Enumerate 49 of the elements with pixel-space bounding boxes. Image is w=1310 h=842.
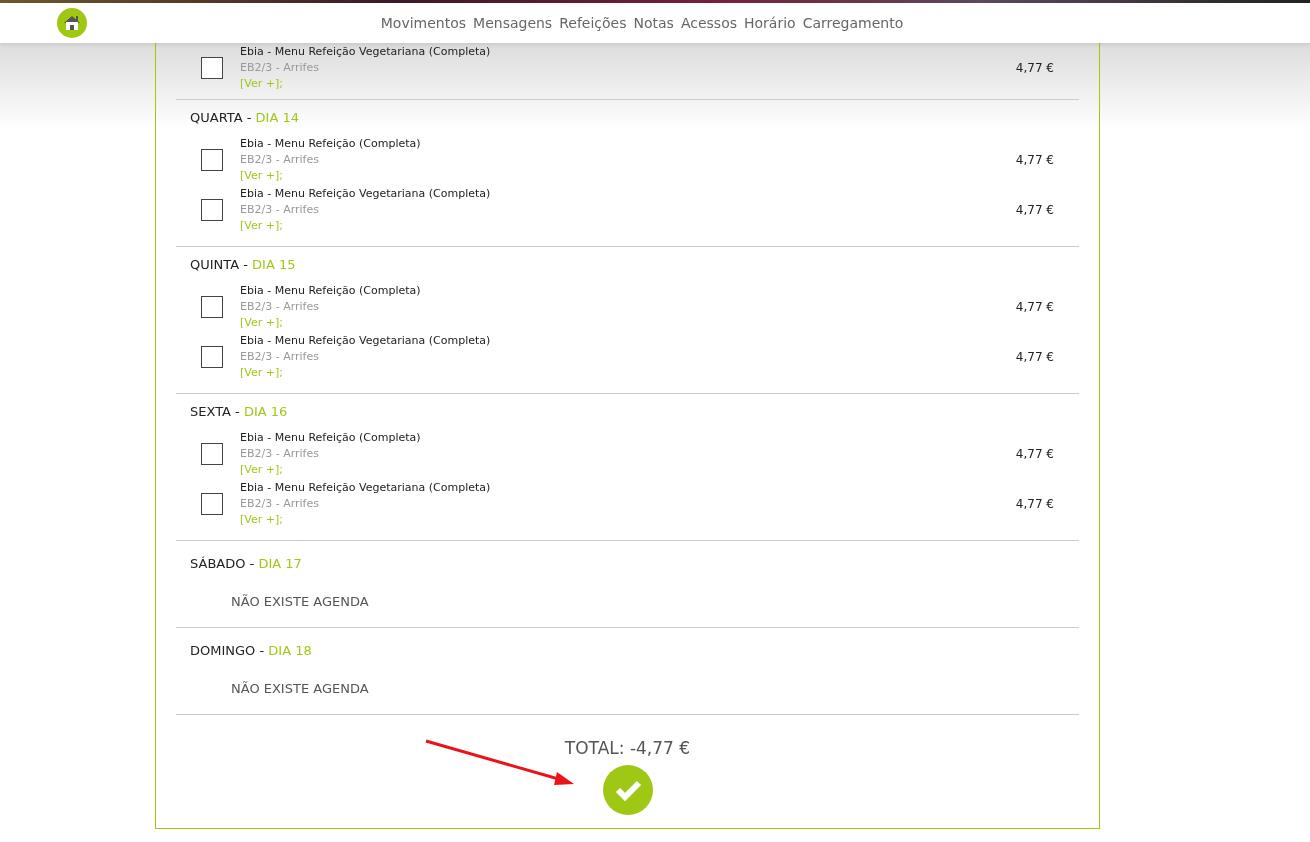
checkbox[interactable] bbox=[201, 443, 223, 465]
meal-title: Ebia - Menu Refeição Vegetariana (Completa) bbox=[240, 334, 491, 347]
day-label: DIA 14 bbox=[255, 110, 299, 125]
weekday-label: QUINTA - bbox=[190, 257, 248, 272]
weekday-label: QUARTA - bbox=[190, 110, 252, 125]
checkbox[interactable] bbox=[201, 57, 223, 79]
checkbox[interactable] bbox=[201, 149, 223, 171]
nav-link[interactable]: Movimentos bbox=[380, 15, 467, 31]
meal-location: EB2/3 - Arrifes bbox=[240, 300, 319, 313]
meal-price: 4,77 € bbox=[1015, 203, 1054, 217]
weekday-label: DOMINGO - bbox=[190, 643, 265, 658]
weekday-label: SÁBADO - bbox=[190, 556, 255, 571]
day-label: DIA 15 bbox=[252, 257, 296, 272]
day-label: DIA 18 bbox=[268, 643, 312, 658]
meal-price: 4,77 € bbox=[1015, 153, 1054, 167]
day-label: DIA 17 bbox=[258, 556, 302, 571]
meal-price: 4,77 € bbox=[1015, 447, 1054, 461]
meal-location: EB2/3 - Arrifes bbox=[240, 447, 319, 460]
no-schedule-text: NÃO EXISTE AGENDA bbox=[231, 594, 369, 609]
meal-price: 4,77 € bbox=[1015, 350, 1054, 364]
nav-link[interactable]: Acessos bbox=[680, 15, 737, 31]
meal-title: Ebia - Menu Refeição Vegetariana (Completa) bbox=[240, 187, 491, 200]
checkbox[interactable] bbox=[201, 296, 223, 318]
total-amount: TOTAL: -4,77 € bbox=[564, 737, 691, 760]
nav-link[interactable]: Horário bbox=[744, 15, 796, 31]
meal-price: 4,77 € bbox=[1015, 300, 1054, 314]
meal-price: 4,77 € bbox=[1015, 61, 1054, 75]
meal-location: EB2/3 - Arrifes bbox=[240, 153, 319, 166]
nav-link[interactable]: Notas bbox=[633, 15, 674, 31]
nav-link[interactable]: Refeições bbox=[559, 15, 627, 31]
meal-title: Ebia - Menu Refeição Vegetariana (Completa) bbox=[240, 481, 491, 494]
meal-location: EB2/3 - Arrifes bbox=[240, 350, 319, 363]
meal-title: Ebia - Menu Refeição Vegetariana (Completa) bbox=[240, 45, 491, 58]
weekday-label: SEXTA - bbox=[190, 404, 240, 419]
checkbox[interactable] bbox=[201, 493, 223, 515]
meal-title: Ebia - Menu Refeição (Completa) bbox=[240, 431, 421, 444]
home-icon[interactable] bbox=[57, 8, 87, 38]
meal-title: Ebia - Menu Refeição (Completa) bbox=[240, 137, 421, 150]
meal-price: 4,77 € bbox=[1015, 497, 1054, 511]
no-schedule-text: NÃO EXISTE AGENDA bbox=[231, 681, 369, 696]
checkbox[interactable] bbox=[201, 199, 223, 221]
meal-location: EB2/3 - Arrifes bbox=[240, 61, 319, 74]
checkbox[interactable] bbox=[201, 346, 223, 368]
meal-location: EB2/3 - Arrifes bbox=[240, 497, 319, 510]
day-label: DIA 16 bbox=[243, 404, 288, 419]
meal-location: EB2/3 - Arrifes bbox=[240, 203, 319, 216]
nav-link[interactable]: Carregamento bbox=[802, 15, 904, 31]
nav-link[interactable]: Mensagens bbox=[473, 15, 553, 31]
meal-title: Ebia - Menu Refeição (Completa) bbox=[240, 284, 421, 297]
